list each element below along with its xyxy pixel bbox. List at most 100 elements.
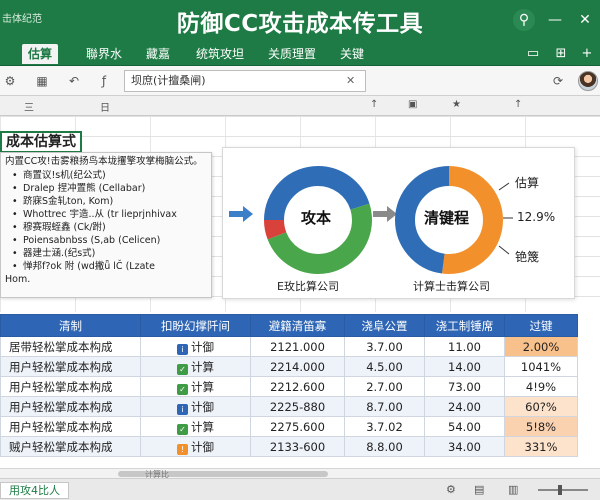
normal-view-icon[interactable]: ⚙ (446, 483, 456, 496)
close-icon[interactable]: ✕ (574, 9, 596, 31)
column-header[interactable]: ★ (452, 99, 461, 110)
undo-icon[interactable]: ↶ (66, 73, 82, 89)
tab-5[interactable]: 关质理置 (262, 44, 322, 64)
row-status[interactable]: i 计御 (140, 396, 251, 417)
column-header[interactable]: ↑ (514, 99, 522, 110)
refresh-icon[interactable]: ⟳ (550, 73, 566, 89)
row-value-2[interactable]: 3.7.00 (344, 336, 425, 357)
row-value-3[interactable]: 24.00 (424, 396, 505, 417)
check-icon: ✓ (177, 363, 188, 375)
row-status[interactable]: ! 计御 (140, 436, 251, 457)
column-header-row: 三 日 ↑ ▣ ★ ↑ (0, 96, 600, 116)
tab-3[interactable]: 藏嘉 (140, 44, 176, 64)
sheet-tab[interactable]: 用攻4比人 (0, 482, 69, 499)
table-row[interactable]: 贼户轻松掌成本构成! 计御 2133-600 8.8.00 34.00 331% (0, 436, 578, 457)
row-status[interactable]: ✓ 计算 (140, 356, 251, 377)
table-row[interactable]: 用户轻松掌成本构成 ✓ 计算 2212.600 2.7.00 73.00 4!9% (0, 376, 578, 397)
table-row[interactable]: 用户轻松掌成本构成 ✓ 计算 2214.000 4.5.00 14.00 1041% (0, 356, 578, 377)
warning-icon: ! (177, 443, 188, 455)
comment-icon[interactable]: ▭ (524, 45, 542, 63)
table-row[interactable]: 居带轻松掌成本构成 i 计御 2121.000 3.7.00 11.00 2.00% (0, 336, 578, 357)
column-header[interactable]: 三 (24, 99, 34, 114)
formula-input[interactable]: 坝庶(计擅桑闸) (124, 70, 366, 92)
chart-panel[interactable]: 攻本 清键程 E玫比算公司 计算士击算公司 估算 12.9% 铯篾 (222, 147, 575, 299)
zoom-slider[interactable] (538, 489, 588, 491)
row-value-3[interactable]: 54.00 (424, 416, 505, 437)
chart-label: 估算 (515, 176, 540, 190)
row-value-1[interactable]: 2133-600 (250, 436, 345, 457)
row-value-2[interactable]: 8.7.00 (344, 396, 425, 417)
formula-icon[interactable]: ƒ (96, 73, 112, 89)
list-item: Dralep 捏冲置熊 (Cellabar) (5, 182, 207, 195)
row-percent[interactable]: 2.00% (504, 336, 578, 357)
column-header[interactable]: 清制 (0, 314, 141, 337)
row-value-2[interactable]: 4.5.00 (344, 356, 425, 377)
column-header[interactable]: 浇阜公置 (344, 314, 425, 337)
avatar[interactable] (578, 71, 598, 91)
settings-icon[interactable]: ⚙ (2, 73, 18, 89)
row-value-3[interactable]: 73.00 (424, 376, 505, 397)
tab-4[interactable]: 统筑攻坦 (190, 44, 250, 64)
column-header[interactable]: 浇工制锤席 (424, 314, 505, 337)
ribbon: 估算 聯界水 藏嘉 统筑攻坦 关质理置 关键 ▭ ⊞ + (0, 42, 600, 66)
table-row[interactable]: 用户轻松掌成本构成 ✓ 计算 2275.600 3.7.02 54.00 5!8% (0, 416, 578, 437)
textbox-intro: 内置CC攻!击雾粮扬鸟本垅攫擎攻掌梅脑公式。 (5, 156, 203, 167)
data-table: 清制 扣盼幻撑阡间 避籍清笛寡 浇阜公置 浇工制锤席 过键 居带轻松掌成本构成 i… (0, 314, 578, 457)
page-layout-icon[interactable]: ▤ (474, 483, 484, 496)
row-value-1[interactable]: 2225-880 (250, 396, 345, 417)
horizontal-scrollbar[interactable]: 计算比 (0, 468, 600, 479)
row-percent[interactable]: 5!8% (504, 416, 578, 437)
column-header[interactable]: ↑ (370, 99, 378, 110)
row-value-1[interactable]: 2275.600 (250, 416, 345, 437)
row-name[interactable]: 用户轻松掌成本构成 (0, 416, 141, 437)
row-value-2[interactable]: 3.7.02 (344, 416, 425, 437)
row-name[interactable]: 用户轻松掌成本构成 (0, 356, 141, 377)
add-icon[interactable]: + (578, 45, 596, 63)
grid-view-icon[interactable]: ⊞ (552, 45, 570, 63)
row-value-1[interactable]: 2121.000 (250, 336, 345, 357)
info-icon: i (177, 343, 188, 355)
status-bar: 用攻4比人 ⚙ ▤ ▥ (0, 478, 600, 500)
row-value-2[interactable]: 2.7.00 (344, 376, 425, 397)
donut2-label: 清键程 (424, 209, 470, 227)
row-percent[interactable]: 1041% (504, 356, 578, 377)
zoom-knob[interactable] (558, 485, 562, 495)
minimize-icon[interactable]: — (544, 9, 566, 31)
arrow-icon (373, 206, 397, 222)
row-percent[interactable]: 4!9% (504, 376, 578, 397)
column-header[interactable]: 过键 (504, 314, 578, 337)
row-value-3[interactable]: 14.00 (424, 356, 505, 377)
row-value-1[interactable]: 2214.000 (250, 356, 345, 377)
donut1-label: 攻本 (301, 209, 332, 227)
formula-bar: ⚙ ▦ ↶ ƒ 坝庶(计擅桑闸) ✕ ⟳ (0, 66, 600, 96)
row-value-3[interactable]: 11.00 (424, 336, 505, 357)
row-status[interactable]: ✓ 计算 (140, 376, 251, 397)
clear-icon[interactable]: ✕ (346, 74, 355, 87)
tab-estimate[interactable]: 估算 (22, 44, 59, 64)
row-name[interactable]: 用户轻松掌成本构成 (0, 396, 141, 417)
formula-list: 商置议!s机(纪公式) Dralep 捏冲置熊 (Cellabar) 跻寐S金轧… (5, 169, 207, 273)
row-status[interactable]: ✓ 计算 (140, 416, 251, 437)
row-name[interactable]: 用户轻松掌成本构成 (0, 376, 141, 397)
section-title: 成本估算式 (0, 131, 82, 153)
grid-icon[interactable]: ▦ (34, 73, 50, 89)
column-header[interactable]: ▣ (408, 99, 417, 110)
row-value-3[interactable]: 34.00 (424, 436, 505, 457)
row-value-2[interactable]: 8.8.00 (344, 436, 425, 457)
column-header[interactable]: 避籍清笛寡 (250, 314, 345, 337)
tab-6[interactable]: 关键 (334, 44, 370, 64)
row-name[interactable]: 贼户轻松掌成本构成 (0, 436, 141, 457)
row-percent[interactable]: 60?% (504, 396, 578, 417)
row-name[interactable]: 居带轻松掌成本构成 (0, 336, 141, 357)
column-header[interactable]: 扣盼幻撑阡间 (140, 314, 251, 337)
row-percent[interactable]: 331% (504, 436, 578, 457)
table-row[interactable]: 用户轻松掌成本构成 i 计御 2225-880 8.7.00 24.00 60?% (0, 396, 578, 417)
row-status[interactable]: i 计御 (140, 336, 251, 357)
info-icon: i (177, 403, 188, 415)
column-header[interactable]: 日 (100, 99, 110, 114)
tab-2[interactable]: 聯界水 (80, 44, 128, 64)
textbox-tail: Hom. (5, 274, 31, 285)
row-value-1[interactable]: 2212.600 (250, 376, 345, 397)
page-break-icon[interactable]: ▥ (508, 483, 518, 496)
search-icon[interactable]: ⚲ (513, 9, 535, 31)
